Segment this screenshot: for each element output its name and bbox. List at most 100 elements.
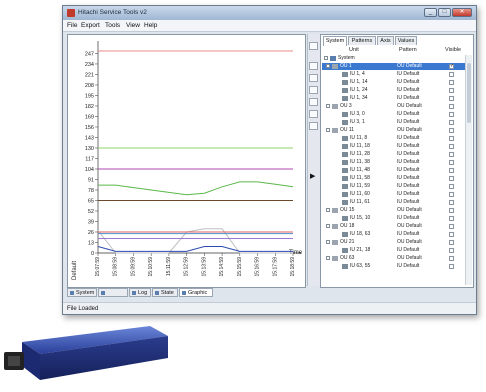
visible-checkbox[interactable] xyxy=(449,80,454,85)
expand-toggle-icon[interactable] xyxy=(326,64,330,68)
tree-row[interactable]: IU 3, 0 IU Default xyxy=(322,111,465,118)
menu-file[interactable]: File xyxy=(67,22,77,29)
tool-button-6[interactable] xyxy=(309,110,318,118)
tree-row[interactable]: IU 18, 63 IU Default xyxy=(322,231,465,238)
visible-checkbox[interactable] xyxy=(449,104,454,109)
close-button[interactable]: ✕ xyxy=(452,8,472,17)
unit-label: System xyxy=(338,55,355,61)
tab-unlabeled-view[interactable] xyxy=(98,288,128,297)
visible-checkbox[interactable] xyxy=(449,144,454,149)
tab-log-view[interactable]: Log xyxy=(129,288,151,297)
visible-checkbox[interactable] xyxy=(449,216,454,221)
tree-row[interactable]: IU 15, 10 IU Default xyxy=(322,215,465,222)
visible-checkbox[interactable] xyxy=(449,192,454,197)
indoor-unit-icon xyxy=(342,96,348,101)
expand-toggle-icon[interactable] xyxy=(326,104,330,108)
chart-panel[interactable]: 0 13 26 39 52 65 78 91 104 117 130 143 156 169 182 195 2… xyxy=(67,34,306,288)
visible-checkbox[interactable] xyxy=(449,152,454,157)
visible-checkbox[interactable] xyxy=(449,208,454,213)
expand-toggle-icon[interactable] xyxy=(326,128,330,132)
tree-row[interactable]: IU 11, 58 IU Default xyxy=(322,175,465,182)
visible-checkbox[interactable] xyxy=(449,96,454,101)
tab-patterns[interactable]: Patterns xyxy=(348,36,376,45)
visible-checkbox[interactable] xyxy=(449,168,454,173)
menu-help[interactable]: Help xyxy=(144,22,157,29)
tree-row[interactable]: IU 11, 60 IU Default xyxy=(322,191,465,198)
visible-checkbox[interactable] xyxy=(449,63,454,70)
menu-view[interactable]: View xyxy=(126,22,140,29)
tree-row[interactable]: OU 63 OU Default xyxy=(322,255,465,262)
tree-row[interactable]: OU 21 OU Default xyxy=(322,239,465,246)
tab-axis[interactable]: Axis xyxy=(377,36,394,45)
tool-button-5[interactable] xyxy=(309,98,318,106)
menu-export[interactable]: Export xyxy=(81,22,100,29)
unit-label: IU 18, 63 xyxy=(350,231,371,237)
tree-row[interactable]: IU 1, 24 IU Default xyxy=(322,87,465,94)
pattern-label: IU Default xyxy=(397,191,420,197)
tree-row[interactable]: OU 3 OU Default xyxy=(322,103,465,110)
tab-system[interactable]: System xyxy=(323,36,347,46)
column-header-visible[interactable]: Visible xyxy=(445,47,461,53)
outdoor-unit-icon xyxy=(332,256,338,261)
maximize-button[interactable]: □ xyxy=(438,8,451,17)
tree-row[interactable]: IU 11, 48 IU Default xyxy=(322,167,465,174)
tool-button-7[interactable] xyxy=(309,122,318,130)
tree-row[interactable]: System xyxy=(322,55,465,62)
visible-checkbox[interactable] xyxy=(449,224,454,229)
tree-row[interactable]: IU 3, 1 IU Default xyxy=(322,119,465,126)
visible-checkbox[interactable] xyxy=(449,184,454,189)
visible-checkbox[interactable] xyxy=(449,176,454,181)
visible-checkbox[interactable] xyxy=(449,88,454,93)
minimize-button[interactable]: _ xyxy=(424,8,437,17)
tree-row[interactable]: IU 1, 34 IU Default xyxy=(322,95,465,102)
column-header-pattern[interactable]: Pattern xyxy=(399,47,417,53)
visible-checkbox[interactable] xyxy=(449,200,454,205)
tool-button-4[interactable] xyxy=(309,86,318,94)
visible-checkbox[interactable] xyxy=(449,264,454,269)
title-bar[interactable]: Hitachi Service Tools v2 _ □ ✕ xyxy=(63,6,476,21)
tree-row[interactable]: IU 63, 55 IU Default xyxy=(322,263,465,270)
tree-row[interactable]: OU 15 OU Default xyxy=(322,207,465,214)
expand-toggle-icon[interactable] xyxy=(324,56,328,60)
visible-checkbox[interactable] xyxy=(449,256,454,261)
tab-values[interactable]: Values xyxy=(395,36,417,45)
expand-toggle-icon[interactable] xyxy=(326,240,330,244)
tree-row[interactable]: IU 21, 18 IU Default xyxy=(322,247,465,254)
expand-toggle-icon[interactable] xyxy=(326,224,330,228)
tree-row[interactable]: IU 11, 59 IU Default xyxy=(322,183,465,190)
visible-checkbox[interactable] xyxy=(449,232,454,237)
tree-row[interactable]: OU 11 OU Default xyxy=(322,127,465,134)
tree-row[interactable]: OU 1 OU Default xyxy=(322,63,465,70)
visible-checkbox[interactable] xyxy=(449,160,454,165)
tab-system-view[interactable]: System xyxy=(67,288,97,297)
expand-toggle-icon[interactable] xyxy=(326,256,330,260)
tree-row[interactable]: OU 18 OU Default xyxy=(322,223,465,230)
expand-toggle-icon[interactable] xyxy=(326,208,330,212)
tree-row[interactable]: IU 1, 4 IU Default xyxy=(322,71,465,78)
tree-row[interactable]: IU 11, 38 IU Default xyxy=(322,159,465,166)
zoom-out-icon[interactable] xyxy=(309,74,318,82)
tab-state-view[interactable]: State xyxy=(152,288,178,297)
visible-checkbox[interactable] xyxy=(449,112,454,117)
tree-row[interactable]: IU 1, 14 IU Default xyxy=(322,79,465,86)
tree-row[interactable]: IU 11, 28 IU Default xyxy=(322,151,465,158)
visible-checkbox[interactable] xyxy=(449,136,454,141)
visible-checkbox[interactable] xyxy=(449,240,454,245)
visible-checkbox[interactable] xyxy=(449,72,454,77)
scrollbar-thumb[interactable] xyxy=(467,63,471,123)
visible-checkbox[interactable] xyxy=(449,248,454,253)
tree-row[interactable]: IU 11, 18 IU Default xyxy=(322,143,465,150)
menu-bar: File Export Tools View Help xyxy=(63,20,476,32)
play-arrow-icon[interactable]: ▶ xyxy=(310,172,315,180)
menu-tools[interactable]: Tools xyxy=(105,22,120,29)
visible-checkbox[interactable] xyxy=(449,120,454,125)
tool-button-1[interactable] xyxy=(309,42,318,50)
tab-graphic-view[interactable]: Graphic xyxy=(179,288,213,297)
column-header-unit[interactable]: Unit xyxy=(349,47,359,53)
tree-scrollbar[interactable] xyxy=(465,55,472,285)
line-chart[interactable]: 0 13 26 39 52 65 78 91 104 117 130 143 156 169 182 195 2… xyxy=(68,35,305,287)
tree-row[interactable]: IU 11, 61 IU Default xyxy=(322,199,465,206)
zoom-in-icon[interactable] xyxy=(309,62,318,70)
visible-checkbox[interactable] xyxy=(449,128,454,133)
tree-row[interactable]: IU 11, 8 IU Default xyxy=(322,135,465,142)
